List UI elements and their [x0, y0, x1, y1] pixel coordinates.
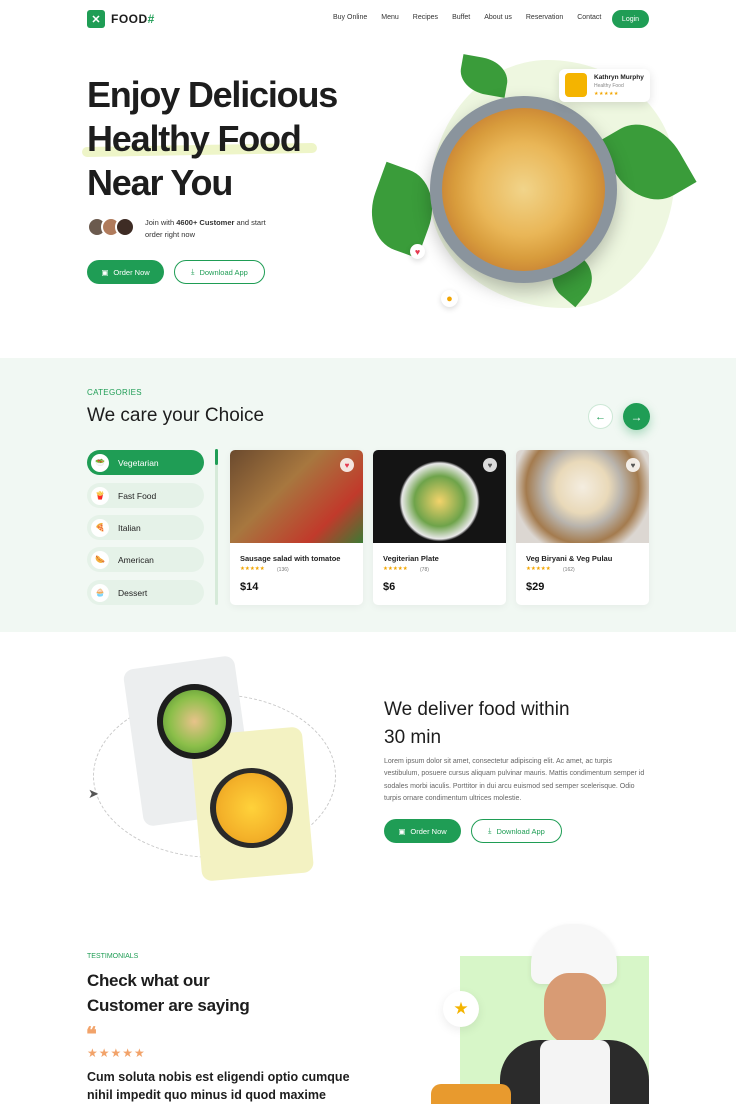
food-price: $6 [383, 581, 396, 593]
food-name: Sausage salad with tomatoe [240, 554, 341, 563]
bag-icon: ▣ [101, 267, 109, 277]
heart-icon[interactable]: ♥ [483, 458, 497, 472]
food-price: $29 [526, 581, 545, 593]
reviewer-stars: ★★★★★ [594, 91, 619, 97]
category-label: Vegetarian [118, 457, 159, 468]
food-rating-count: (162) [563, 567, 575, 573]
avatar [115, 217, 135, 237]
nav-contact[interactable]: Contact [577, 14, 601, 21]
nav-buffet[interactable]: Buffet [452, 14, 470, 21]
food-name: Veg Biryani & Veg Pulau [526, 554, 613, 563]
testimonials-title: Check what our Customer are saying [87, 968, 250, 1018]
download-app-label: Download App [199, 267, 248, 277]
reviewer-avatar [565, 73, 587, 97]
order-now-button[interactable]: ▣ Order Now [384, 819, 461, 843]
category-american[interactable]: 🌭 American [87, 547, 204, 572]
nav-reservation[interactable]: Reservation [526, 14, 563, 21]
delivery-body: Lorem ipsum dolor sit amet, consectetur … [384, 758, 645, 802]
order-now-label: Order Now [410, 826, 447, 836]
prev-arrow-icon[interactable]: ← [588, 404, 613, 429]
order-now-label: Order Now [113, 267, 150, 277]
order-now-button[interactable]: ▣ Order Now [87, 260, 164, 284]
next-arrow-icon[interactable]: → [623, 403, 650, 430]
food-stars: ★★★★★ [526, 566, 551, 572]
salad [163, 690, 226, 753]
heart-icon[interactable]: ♥ [626, 458, 640, 472]
nav-about[interactable]: About us [484, 14, 512, 21]
hero-headline-1: Enjoy Delicious [87, 74, 338, 115]
nav-buy-online[interactable]: Buy Online [333, 14, 367, 21]
pizza-icon: 🍕 [91, 518, 109, 537]
food-rating-count: (136) [277, 567, 289, 573]
logo-text: FOOD [111, 12, 148, 26]
fries-icon: 🍟 [91, 486, 109, 505]
category-label: Fast Food [118, 490, 157, 501]
nav-recipes[interactable]: Recipes [413, 14, 438, 21]
category-dessert[interactable]: 🧁 Dessert [87, 580, 204, 605]
heart-icon[interactable]: ♥ [340, 458, 354, 472]
pasta-dish [442, 108, 605, 271]
salad-icon: 🥗 [91, 453, 109, 472]
hero-headline-3: Near You [87, 162, 233, 203]
download-icon: ⤓ [488, 826, 492, 835]
surprised-emoji-icon: ● [441, 290, 458, 307]
fries [216, 773, 287, 843]
testimonial-stars: ★★★★★ [87, 1046, 146, 1060]
food-card-sausage-salad[interactable]: ♥ Sausage salad with tomatoe ★★★★★ (136)… [230, 450, 363, 605]
delivery-title: We deliver food within 30 min [384, 696, 570, 752]
category-label: Italian [118, 522, 141, 533]
download-icon: ⤓ [191, 267, 195, 276]
logo[interactable]: FOOD# [111, 12, 155, 26]
logo-icon[interactable]: ✕ [87, 10, 105, 28]
testimonials-title-2: Customer are saying [87, 996, 250, 1015]
category-label: Dessert [118, 587, 148, 598]
delivery-title-2: 30 min [384, 727, 442, 748]
food-stars: ★★★★★ [240, 566, 265, 572]
download-app-label: Download App [496, 826, 545, 836]
quote-icon: ❝ [86, 1024, 97, 1046]
chef-shirt [540, 1040, 610, 1104]
chef-face [544, 973, 606, 1045]
food-price: $14 [240, 581, 259, 593]
categories-kicker: CATEGORIES [87, 388, 142, 397]
delivery-title-1: We deliver food within [384, 699, 570, 720]
category-fast-food[interactable]: 🍟 Fast Food [87, 483, 204, 508]
food-rating-count: (78) [420, 567, 429, 573]
customer-avatars [87, 217, 135, 237]
basil-leaf [457, 54, 511, 98]
categories-title: We care your Choice [87, 405, 265, 426]
testimonials-title-1: Check what our [87, 971, 210, 990]
main-nav: Buy Online Menu Recipes Buffet About us … [333, 14, 615, 21]
category-vegetarian[interactable]: 🥗 Vegetarian [87, 450, 204, 475]
food-card-vegetarian-plate[interactable]: ♥ Vegiterian Plate ★★★★★ (78) $6 [373, 450, 506, 605]
food-card-veg-biryani[interactable]: ♥ Veg Biryani & Veg Pulau ★★★★★ (162) $2… [516, 450, 649, 605]
download-app-button[interactable]: ⤓ Download App [471, 819, 562, 843]
heart-icon: ♥ [410, 244, 425, 259]
reviewer-sub: Healthy Food [594, 83, 624, 89]
category-scrollbar[interactable] [215, 449, 218, 605]
reviewer-name: Kathryn Murphy [594, 74, 644, 81]
hotdog-icon: 🌭 [91, 550, 109, 569]
nav-menu[interactable]: Menu [381, 14, 399, 21]
category-label: American [118, 554, 154, 565]
cupcake-icon: 🧁 [91, 583, 109, 602]
star-icon: ★ [443, 991, 479, 1027]
hero-headline-2: Healthy Food [87, 118, 302, 159]
login-button[interactable]: Login [612, 10, 649, 28]
testimonial-text: Cum soluta nobis est eligendi optio cumq… [87, 1070, 350, 1102]
join-text: Join with 4600+ Customer and start order… [145, 217, 275, 241]
food-tray [431, 1084, 511, 1104]
join-pre: Join with [145, 218, 177, 227]
category-italian[interactable]: 🍕 Italian [87, 515, 204, 540]
category-scroll-thumb[interactable] [215, 449, 218, 465]
food-name: Vegiterian Plate [383, 554, 439, 563]
testimonials-kicker: TESTIMONIALS [87, 953, 139, 960]
paper-plane-icon: ➤ [88, 786, 99, 801]
download-app-button[interactable]: ⤓ Download App [174, 260, 265, 284]
join-count: 4600+ Customer [176, 218, 235, 227]
logo-suffix: # [147, 12, 155, 26]
food-stars: ★★★★★ [383, 566, 408, 572]
bag-icon: ▣ [398, 826, 406, 836]
